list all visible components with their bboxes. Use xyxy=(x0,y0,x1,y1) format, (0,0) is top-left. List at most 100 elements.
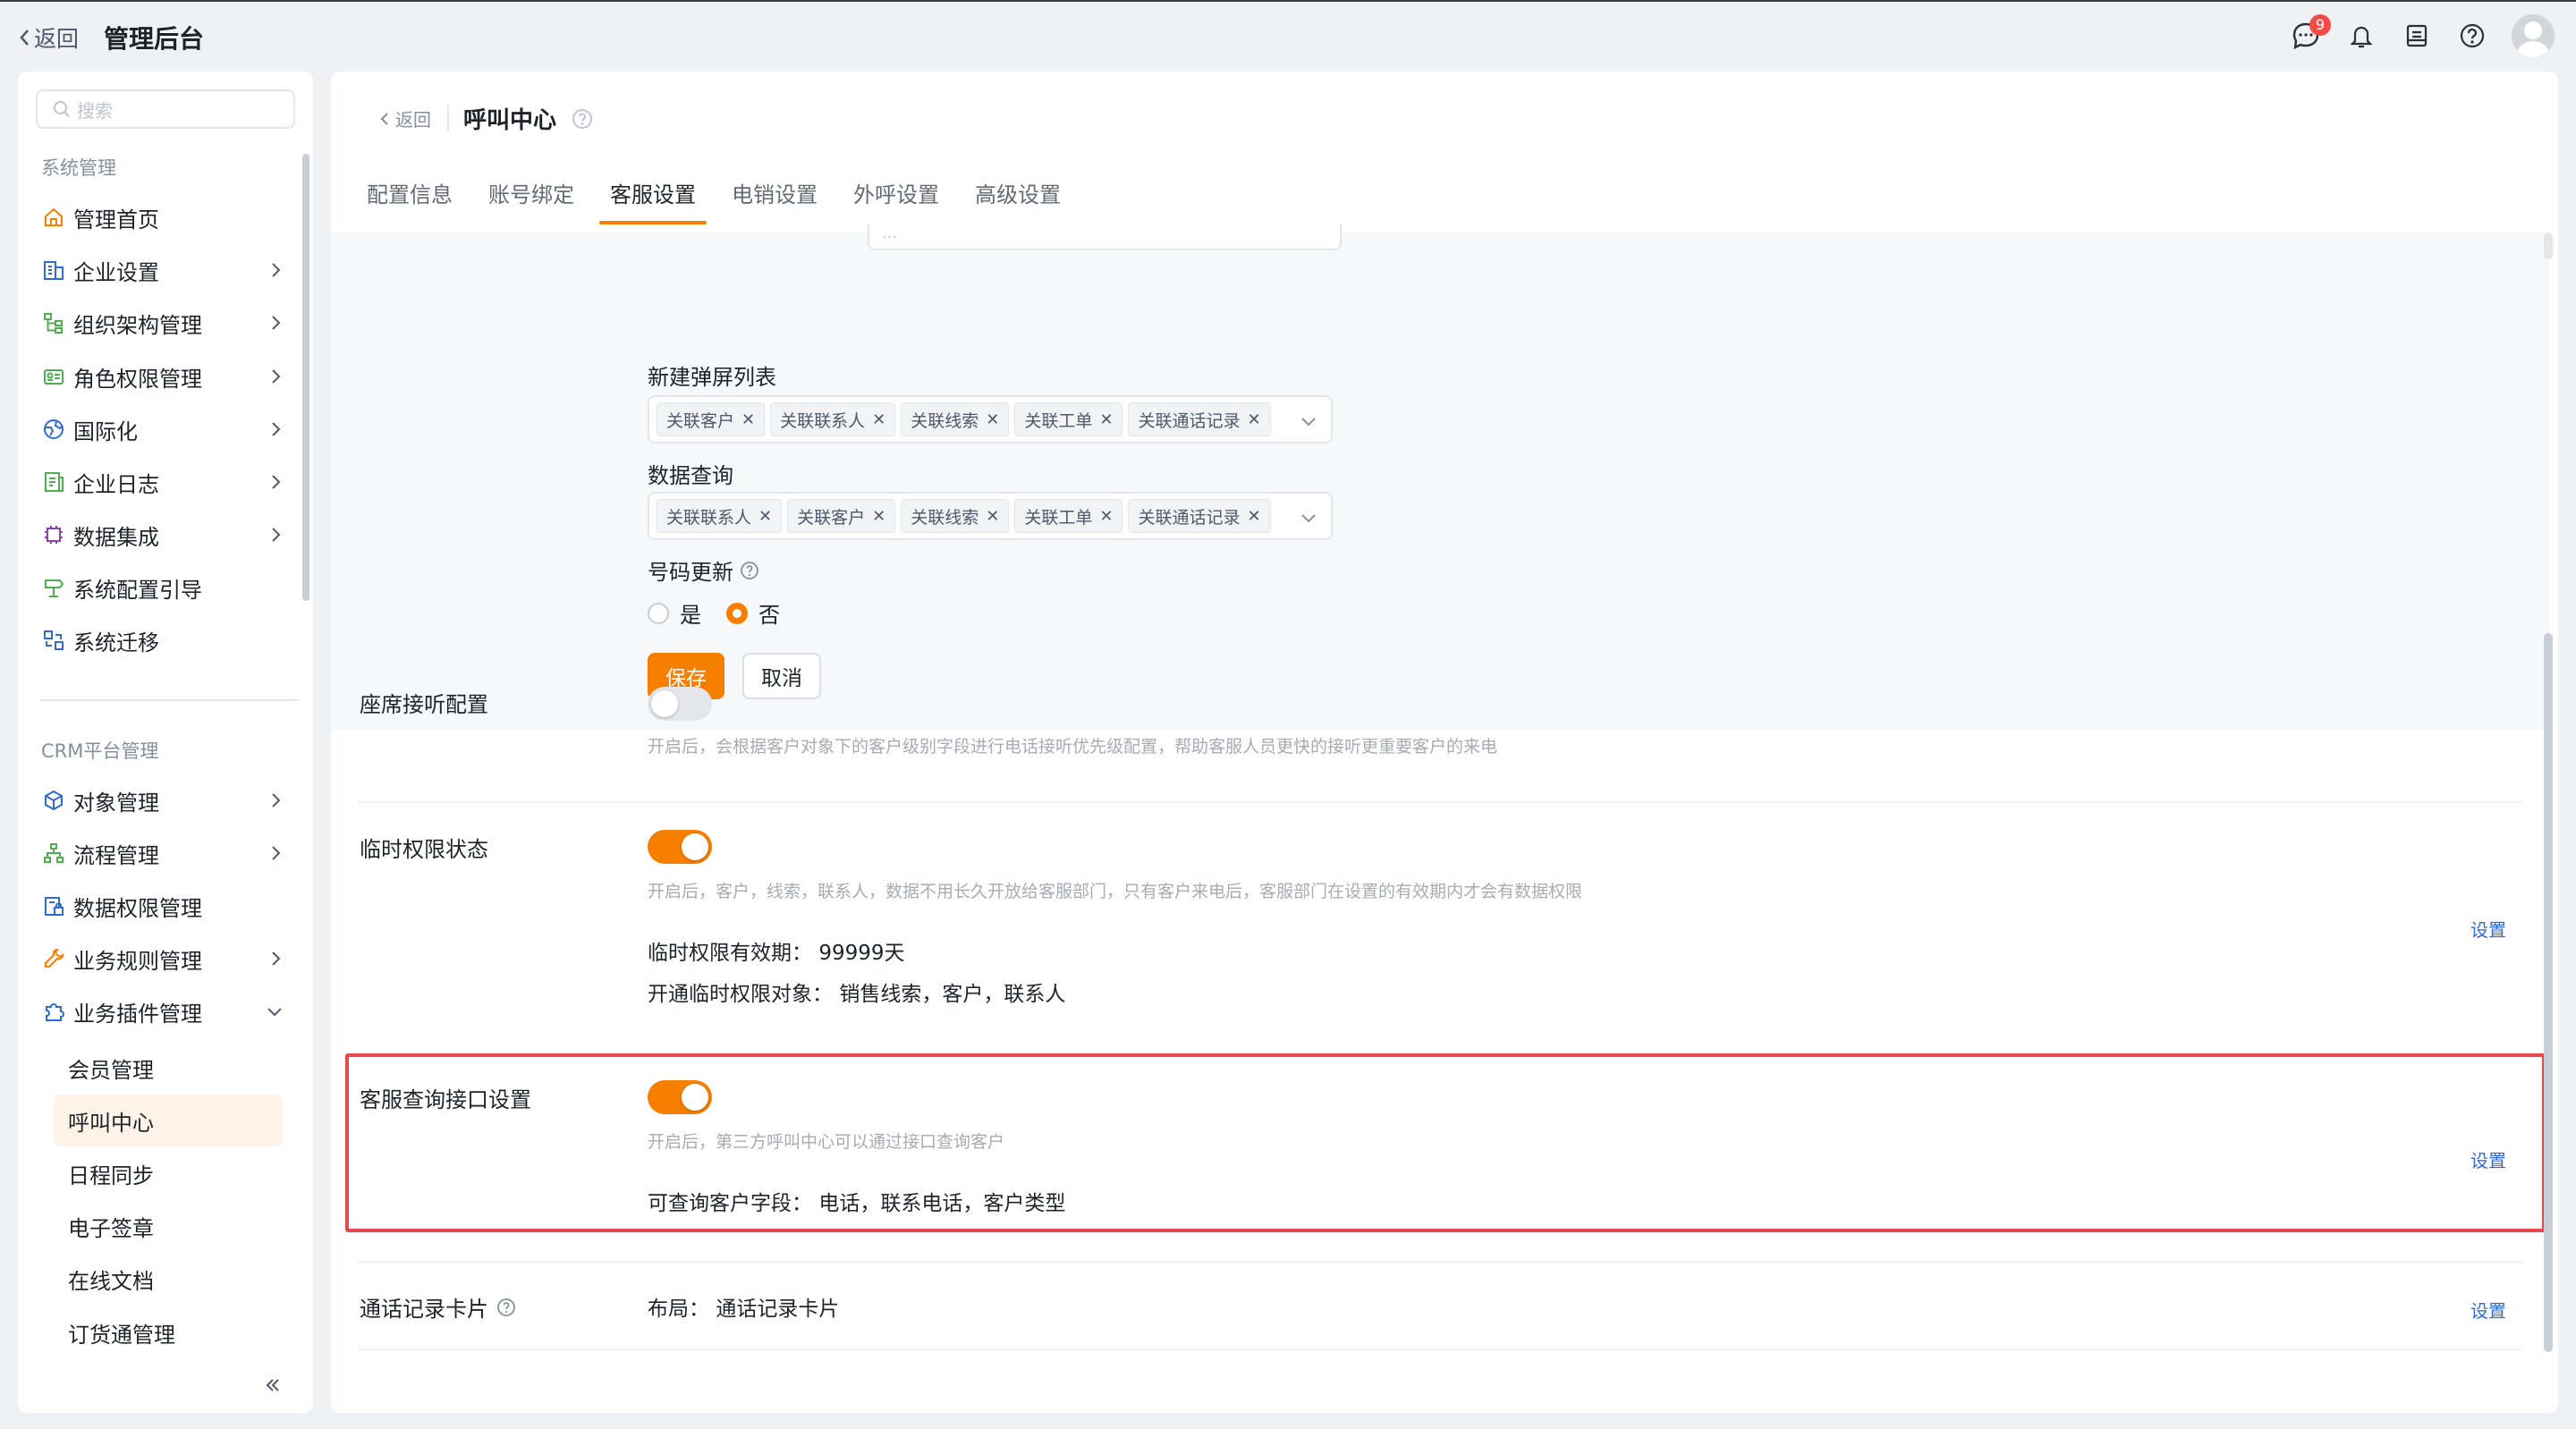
temp-permission-set-link[interactable]: 设置 xyxy=(2470,916,2506,942)
tag-label: 关联联系人 xyxy=(780,410,866,431)
globe-icon xyxy=(41,417,66,442)
tag-remove-icon[interactable]: ✕ xyxy=(741,410,755,429)
main-scrollbar[interactable] xyxy=(2544,633,2553,1352)
tag-remove-icon[interactable]: ✕ xyxy=(1247,410,1260,429)
search-input[interactable]: 搜索 xyxy=(36,89,295,129)
tab-advanced[interactable]: 高级设置 xyxy=(964,165,1072,224)
guide-icon xyxy=(41,575,66,600)
sidebar-item-config-guide[interactable]: 系统配置引导 xyxy=(41,565,292,610)
tag: 关联联系人 ✕ xyxy=(770,402,896,436)
tag: 关联线索 ✕ xyxy=(901,499,1010,533)
data-query-select[interactable]: 关联联系人 ✕ 关联客户 ✕ 关联线索 ✕ 关联工单 ✕ 关联通话记录 ✕ xyxy=(648,492,1333,540)
query-api-fields: 可查询客户字段： 电话，联系电话，客户类型 xyxy=(648,1186,1065,1216)
number-update-text: 号码更新 xyxy=(648,560,733,585)
sidebar-item-plugins[interactable]: 业务插件管理 xyxy=(41,989,292,1034)
popup-list-label: 新建弹屏列表 xyxy=(648,365,776,390)
sidebar-item-label: 角色权限管理 xyxy=(73,366,202,392)
call-card-set-link[interactable]: 设置 xyxy=(2470,1297,2506,1323)
objects-label: 开通临时权限对象： xyxy=(648,983,833,1006)
tag-remove-icon[interactable]: ✕ xyxy=(1247,507,1260,526)
chip-icon xyxy=(41,522,66,547)
tag: 关联客户 ✕ xyxy=(787,499,896,533)
sidebar-item-migration[interactable]: 系统迁移 xyxy=(41,618,292,663)
toggle-knob xyxy=(682,1084,708,1111)
tab-config-info[interactable]: 配置信息 xyxy=(356,165,463,224)
tab-outbound[interactable]: 外呼设置 xyxy=(843,165,950,224)
chevron-down-icon xyxy=(1301,418,1316,427)
chevron-right-icon xyxy=(272,951,281,966)
avatar[interactable] xyxy=(2512,14,2555,57)
sidebar-item-enterprise-settings[interactable]: 企业设置 xyxy=(41,248,292,292)
tag: 关联线索 ✕ xyxy=(901,402,1010,436)
sidebar-item-org[interactable]: 组织架构管理 xyxy=(41,300,292,345)
collapse-sidebar-icon[interactable] xyxy=(263,1375,283,1400)
help-icon[interactable] xyxy=(496,1297,517,1318)
sidebar-item-home[interactable]: 管理首页 xyxy=(41,195,292,240)
radio-yes[interactable]: 是 xyxy=(648,597,701,629)
call-card-layout: 布局： 通话记录卡片 xyxy=(648,1291,839,1322)
sidebar-scrollbar[interactable] xyxy=(302,154,309,601)
sidebar-item-label: 系统迁移 xyxy=(73,630,159,655)
chevron-right-icon xyxy=(272,422,281,436)
top-back-button[interactable]: 返回 xyxy=(18,21,79,54)
cancel-button[interactable]: 取消 xyxy=(742,653,821,699)
tag: 关联通话记录 ✕ xyxy=(1128,402,1271,436)
temp-permission-validity: 临时权限有效期： 99999天 xyxy=(648,935,904,966)
query-api-hint: 开启后，第三方呼叫中心可以通过接口查询客户 xyxy=(648,1132,1005,1152)
help-icon[interactable] xyxy=(2456,20,2488,52)
seat-listen-toggle[interactable] xyxy=(648,687,712,721)
chevron-down-icon xyxy=(267,1008,282,1017)
sidebar-subitem-callcenter[interactable]: 呼叫中心 xyxy=(54,1095,283,1146)
top-back-label: 返回 xyxy=(34,26,80,52)
tab-account-binding[interactable]: 账号绑定 xyxy=(478,165,585,224)
temp-permission-objects: 开通临时权限对象： 销售线索，客户，联系人 xyxy=(648,977,1065,1007)
puzzle-icon xyxy=(41,999,66,1024)
help-icon[interactable] xyxy=(571,107,594,131)
sidebar-subitem-online-docs[interactable]: 在线文档 xyxy=(54,1253,283,1305)
migrate-icon xyxy=(41,628,66,653)
back-button[interactable]: 返回 xyxy=(379,106,449,131)
expanded-settings-panel: ... 新建弹屏列表 关联客户 ✕ 关联联系人 ✕ 关联线索 ✕ 关联工单 ✕ 关联通话… xyxy=(331,224,2549,730)
sidebar-item-business-rules[interactable]: 业务规则管理 xyxy=(41,936,292,981)
bell-icon[interactable] xyxy=(2345,20,2377,52)
tab-telesales[interactable]: 电销设置 xyxy=(721,165,828,224)
help-icon[interactable] xyxy=(739,560,760,581)
query-api-toggle[interactable] xyxy=(648,1080,712,1114)
sidebar-subitem-member[interactable]: 会员管理 xyxy=(54,1042,283,1094)
tag-remove-icon[interactable]: ✕ xyxy=(1099,410,1113,429)
chevron-right-icon xyxy=(272,316,281,330)
tag-remove-icon[interactable]: ✕ xyxy=(872,410,886,429)
search-placeholder: 搜索 xyxy=(77,99,113,122)
tag-remove-icon[interactable]: ✕ xyxy=(758,507,772,526)
message-icon[interactable]: 9 xyxy=(2290,14,2331,52)
tab-customer-service[interactable]: 客服设置 xyxy=(599,165,707,224)
temp-permission-toggle[interactable] xyxy=(648,830,712,864)
sidebar-item-data-integration[interactable]: 数据集成 xyxy=(41,512,292,557)
radio-no[interactable]: 否 xyxy=(726,597,780,629)
sidebar-item-i18n[interactable]: 国际化 xyxy=(41,407,292,452)
query-api-set-link[interactable]: 设置 xyxy=(2470,1146,2506,1172)
tag: 关联联系人 ✕ xyxy=(657,499,783,533)
popup-list-select[interactable]: 关联客户 ✕ 关联联系人 ✕ 关联线索 ✕ 关联工单 ✕ 关联通话记录 ✕ xyxy=(648,395,1333,444)
number-update-radios: 是 否 xyxy=(648,597,780,629)
tag-label: 关联工单 xyxy=(1024,507,1093,528)
message-badge: 9 xyxy=(2309,14,2331,36)
tag-remove-icon[interactable]: ✕ xyxy=(1099,507,1113,526)
tag-label: 关联通话记录 xyxy=(1138,507,1241,528)
sidebar-item-data-permission[interactable]: 数据权限管理 xyxy=(41,884,292,928)
sidebar-item-roles[interactable]: 角色权限管理 xyxy=(41,354,292,399)
query-api-label: 客服查询接口设置 xyxy=(360,1087,531,1112)
sidebar-item-flows[interactable]: 流程管理 xyxy=(41,831,292,875)
tag-remove-icon[interactable]: ✕ xyxy=(872,507,886,526)
truncated-input[interactable]: ... xyxy=(868,224,1342,250)
sidebar-subitem-esign[interactable]: 电子签章 xyxy=(54,1200,283,1252)
group-title-crm: CRM平台管理 xyxy=(41,740,159,762)
fields-label: 可查询客户字段： xyxy=(648,1192,812,1215)
sidebar-subitem-schedule-sync[interactable]: 日程同步 xyxy=(54,1147,283,1199)
tag-remove-icon[interactable]: ✕ xyxy=(986,410,999,429)
sidebar-item-objects[interactable]: 对象管理 xyxy=(41,778,292,823)
notes-icon[interactable] xyxy=(2401,20,2433,52)
sidebar-subitem-order[interactable]: 订货通管理 xyxy=(54,1306,283,1358)
sidebar-item-logs[interactable]: 企业日志 xyxy=(41,460,292,504)
tag-remove-icon[interactable]: ✕ xyxy=(986,507,999,526)
